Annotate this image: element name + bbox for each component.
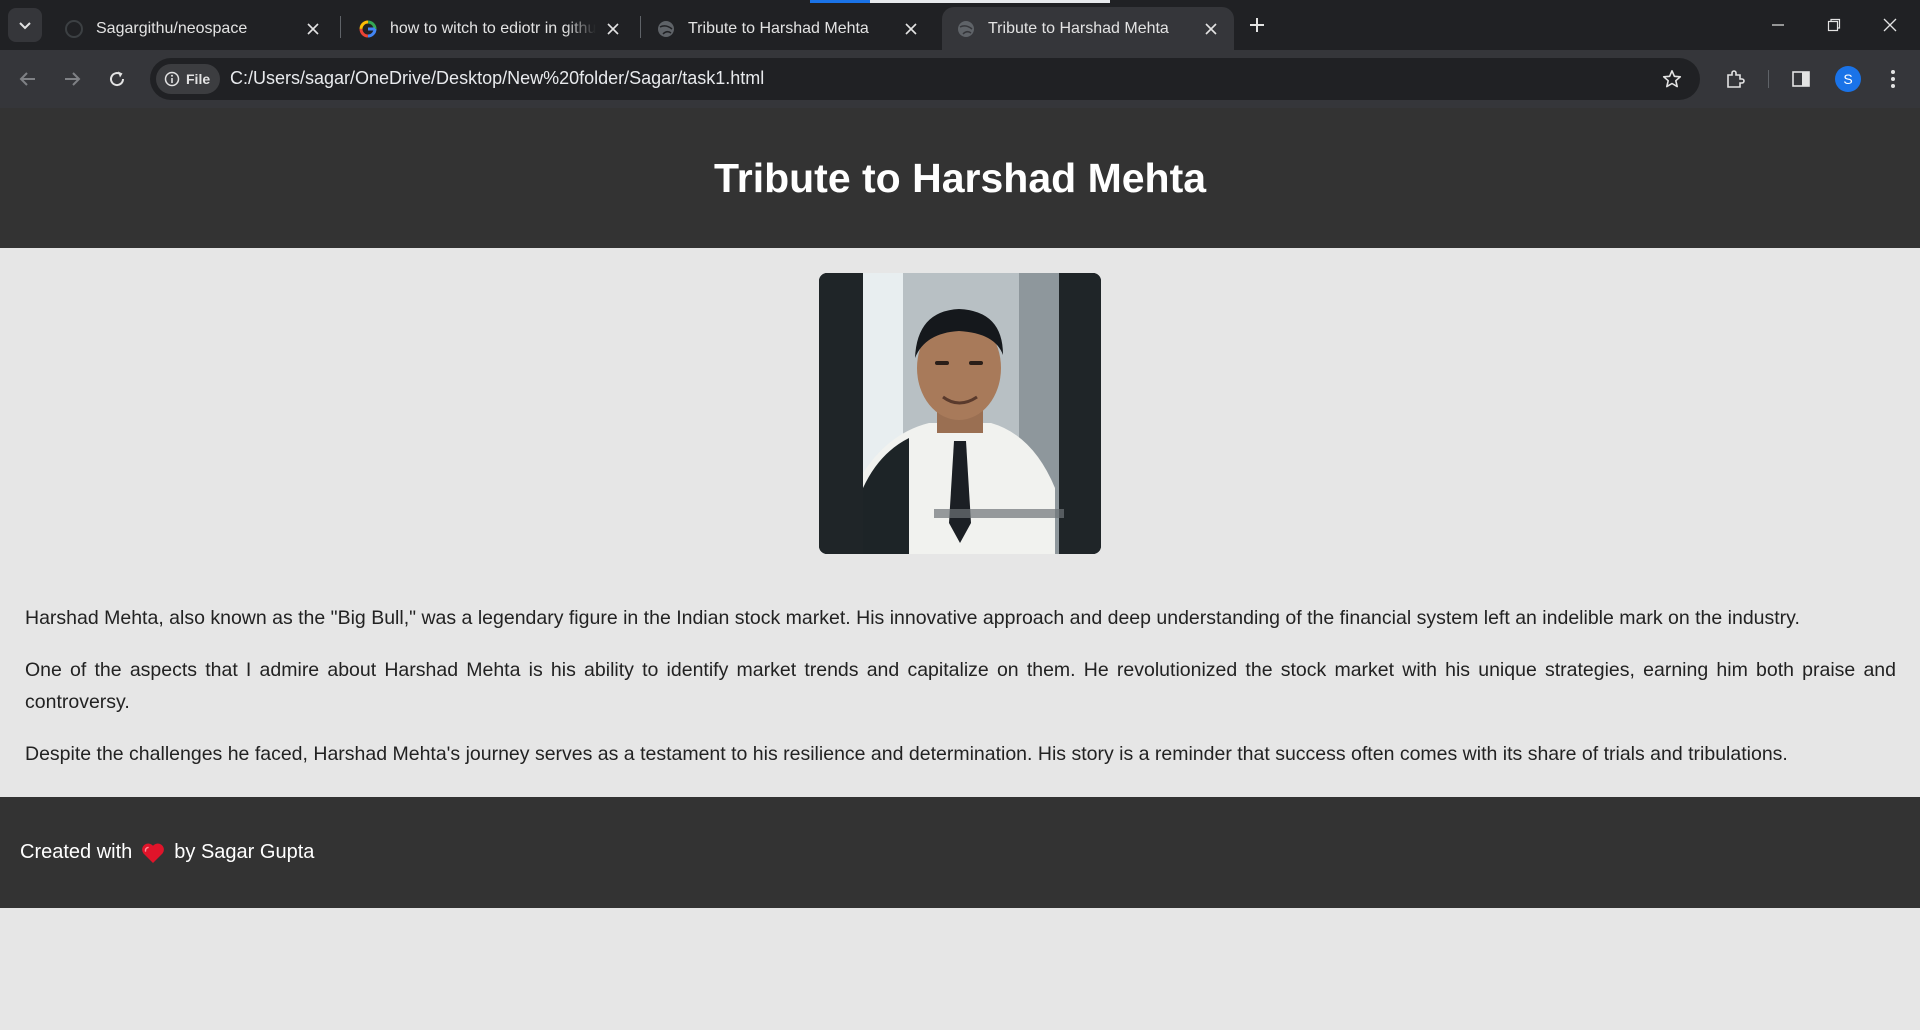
- reload-icon: [110, 71, 125, 87]
- tab-title: Tribute to Harshad Mehta: [988, 19, 1169, 37]
- more-vertical-icon: [1891, 70, 1895, 88]
- page-footer: Created with by Sagar Gupta: [0, 797, 1920, 908]
- tab-search-button[interactable]: [8, 8, 42, 42]
- tab-google-search[interactable]: how to witch to ediotr in github: [344, 7, 636, 50]
- close-icon[interactable]: [902, 20, 920, 38]
- tab-title: how to witch to ediotr in github: [390, 19, 596, 37]
- puzzle-icon: [1727, 70, 1745, 88]
- footer-author: by Sagar Gupta: [174, 841, 315, 863]
- arrow-left-icon: [19, 72, 35, 86]
- close-icon[interactable]: [304, 20, 322, 38]
- browser-tab-strip: Sagargithu/neospace how to witch to edio…: [0, 0, 1920, 50]
- portrait-photo: [819, 273, 1101, 554]
- tab-title: Tribute to Harshad Mehta: [688, 19, 869, 37]
- arrow-right-icon: [65, 72, 81, 86]
- side-panel-icon: [1792, 71, 1810, 87]
- restore-button[interactable]: [1806, 0, 1862, 50]
- bookmark-star-button[interactable]: [1660, 67, 1684, 91]
- minimize-icon: [1772, 24, 1784, 26]
- heart-icon: [141, 842, 165, 864]
- address-bar[interactable]: File C:/Users/sagar/OneDrive/Desktop/New…: [150, 58, 1700, 100]
- star-icon: [1662, 70, 1682, 88]
- tab-separator: [640, 16, 641, 38]
- close-icon[interactable]: [604, 20, 622, 38]
- new-tab-button[interactable]: [1244, 12, 1270, 38]
- page-title: Tribute to Harshad Mehta: [713, 154, 1207, 201]
- side-panel-button[interactable]: [1785, 63, 1817, 95]
- reload-button[interactable]: [101, 63, 133, 95]
- tribute-content: Harshad Mehta, also known as the "Big Bu…: [25, 602, 1896, 790]
- toolbar-separator: [1768, 70, 1769, 88]
- close-icon[interactable]: [1202, 20, 1220, 38]
- globe-icon: [656, 19, 676, 39]
- close-icon: [1883, 18, 1897, 32]
- tab-title: Sagargithu/neospace: [96, 19, 248, 37]
- footer-prefix: Created with: [20, 841, 133, 863]
- extensions-button[interactable]: [1719, 63, 1751, 95]
- portrait-image: [819, 273, 1101, 554]
- github-icon: [64, 19, 84, 39]
- minimize-button[interactable]: [1750, 0, 1806, 50]
- tab-neospace[interactable]: Sagargithu/neospace: [50, 7, 336, 50]
- paragraph-intro: Harshad Mehta, also known as the "Big Bu…: [25, 607, 1800, 629]
- paragraph-legacy: Despite the challenges he faced, Harshad…: [25, 743, 1788, 765]
- scheme-label: File: [186, 71, 211, 87]
- restore-icon: [1827, 18, 1841, 32]
- tab-tribute-1[interactable]: Tribute to Harshad Mehta: [642, 7, 934, 50]
- globe-icon: [956, 19, 976, 39]
- google-icon: [358, 19, 378, 39]
- browser-toolbar: File C:/Users/sagar/OneDrive/Desktop/New…: [0, 50, 1920, 108]
- info-icon: [164, 71, 180, 87]
- paragraph-admiration: One of the aspects that I admire about H…: [25, 659, 1896, 713]
- back-button[interactable]: [12, 63, 44, 95]
- page-header: Tribute to Harshad Mehta: [0, 108, 1920, 248]
- tab-separator: [340, 16, 341, 38]
- chevron-down-icon: [19, 22, 31, 30]
- browser-menu-button[interactable]: [1877, 63, 1909, 95]
- loading-indicator-track: [870, 0, 1110, 3]
- page-viewport: Tribute to Harshad Mehta Harshad Mehta, …: [0, 108, 1920, 1030]
- close-window-button[interactable]: [1862, 0, 1918, 50]
- url-text[interactable]: C:/Users/sagar/OneDrive/Desktop/New%20fo…: [230, 68, 764, 89]
- forward-button[interactable]: [56, 63, 88, 95]
- site-info-chip[interactable]: File: [156, 64, 221, 94]
- tab-tribute-active[interactable]: Tribute to Harshad Mehta: [942, 7, 1234, 50]
- profile-avatar[interactable]: S: [1835, 66, 1861, 92]
- plus-icon: [1250, 18, 1264, 32]
- loading-indicator: [810, 0, 870, 3]
